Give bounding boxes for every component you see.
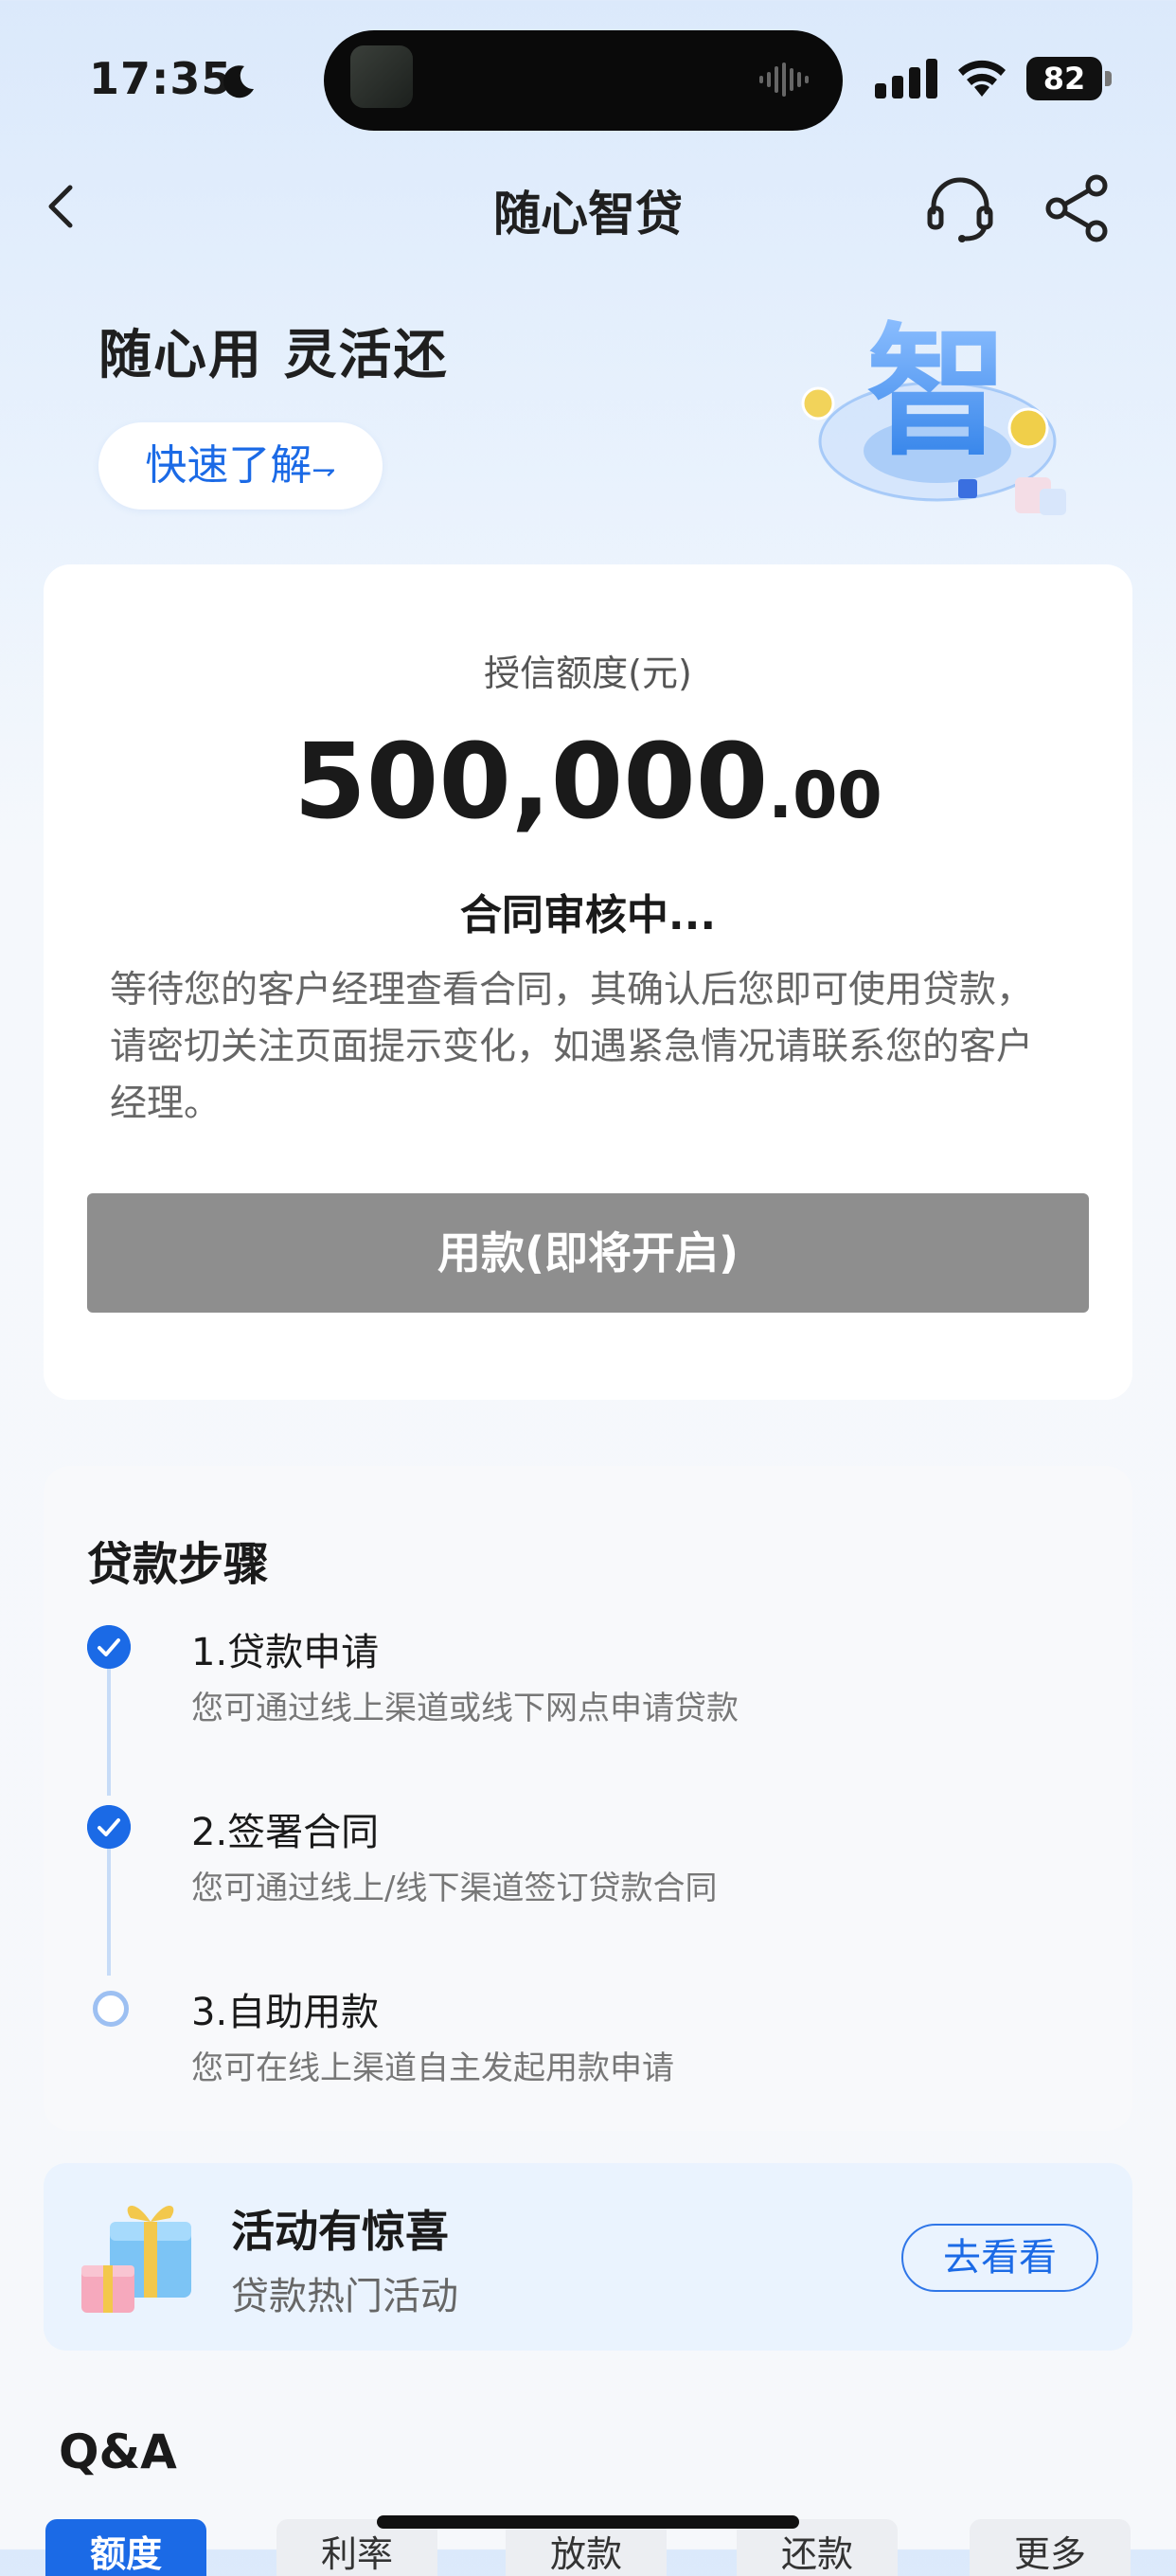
- headset-icon[interactable]: [924, 172, 996, 244]
- contract-description: 等待您的客户经理查看合同，其确认后您即可使用贷款，请密切关注页面提示变化，如遇紧…: [110, 969, 1034, 1125]
- credit-limit-amount: 500,000.00: [0, 720, 1176, 858]
- check-icon: [87, 1625, 131, 1669]
- status-time: 17:35: [89, 53, 233, 104]
- pending-step-icon: [93, 1991, 129, 2027]
- step-connector: [107, 1667, 111, 1796]
- live-activity-thumbnail: [350, 45, 413, 108]
- amount-decimal: .00: [768, 759, 882, 833]
- amount-integer: 500,000: [294, 721, 769, 842]
- view-activity-button[interactable]: 去看看: [901, 2224, 1098, 2292]
- moon-icon: [223, 65, 254, 98]
- audio-wave-icon: [759, 63, 809, 97]
- credit-limit-label: 授信额度(元): [484, 653, 692, 694]
- arrow-icon: ⇁: [312, 454, 336, 487]
- step-desc: 您可在线上渠道自主发起用款申请: [191, 2049, 674, 2087]
- step-connector: [107, 1847, 111, 1976]
- step-title: 3.自助用款: [191, 1991, 380, 2034]
- battery-level: 82: [1026, 57, 1102, 100]
- step-title: 1.贷款申请: [191, 1631, 380, 1674]
- loan-steps-title: 贷款步骤: [87, 1538, 270, 1591]
- quick-learn-button[interactable]: 快速了解⇁: [98, 422, 383, 510]
- use-loan-button[interactable]: 用款(即将开启): [87, 1193, 1089, 1313]
- hero-slogan: 随心用 灵活还: [98, 325, 449, 386]
- page-title: 随心智贷: [493, 187, 683, 242]
- activity-title: 活动有惊喜: [231, 2206, 449, 2257]
- qa-tab-more[interactable]: 更多: [970, 2519, 1131, 2576]
- step-desc: 您可通过线上渠道或线下网点申请贷款: [191, 1690, 739, 1727]
- check-icon: [87, 1805, 131, 1849]
- activity-subtitle: 贷款热门活动: [231, 2275, 458, 2318]
- hero-illustration: 智: [801, 311, 1066, 515]
- share-icon[interactable]: [1042, 172, 1114, 244]
- wifi-icon: [958, 60, 1006, 97]
- qa-tab-quota[interactable]: 额度: [45, 2519, 206, 2576]
- battery-icon: 82: [1026, 57, 1114, 100]
- contract-status: 合同审核中...: [459, 891, 717, 939]
- step-title: 2.签署合同: [191, 1811, 380, 1854]
- gift-icon: [81, 2205, 191, 2313]
- signal-icon: [875, 59, 937, 98]
- quick-learn-label: 快速了解: [145, 441, 312, 490]
- step-desc: 您可通过线上/线下渠道签订贷款合同: [191, 1869, 718, 1907]
- home-indicator: [377, 2515, 799, 2529]
- hero-glyph: 智: [866, 311, 1008, 475]
- qa-title: Q&A: [59, 2424, 177, 2479]
